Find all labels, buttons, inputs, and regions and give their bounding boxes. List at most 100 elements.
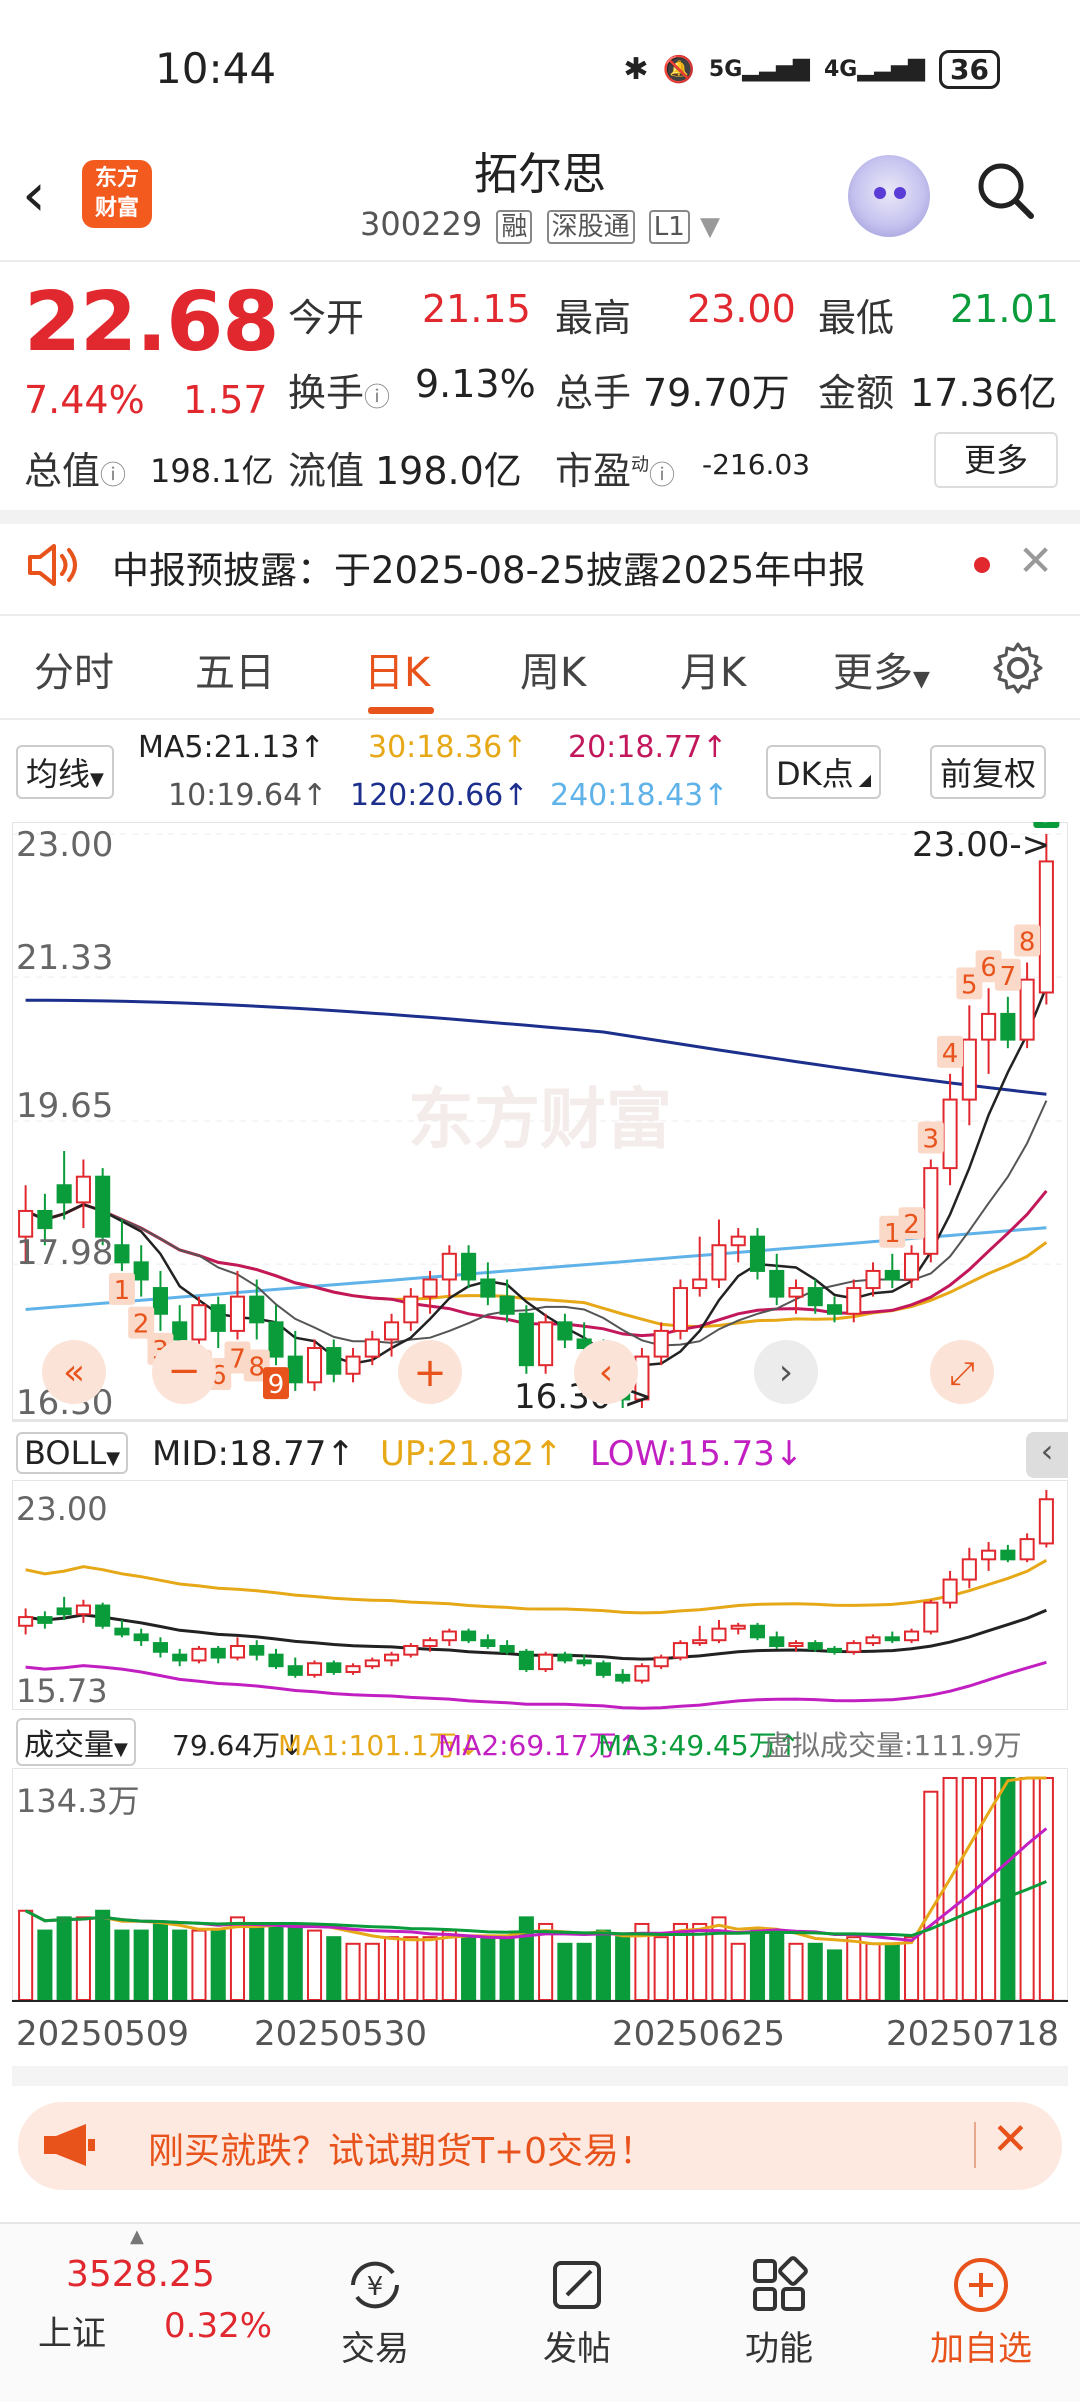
candle-body [538,1321,554,1367]
candle-body [749,1235,766,1272]
x-axis-line [12,2000,1068,2002]
candle-body [287,1355,303,1384]
boll-candle-body [749,1624,766,1639]
td-marker-label: 2 [133,1310,150,1340]
index-change[interactable]: 0.32% [164,2306,272,2346]
info-icon[interactable]: ⓘ [649,461,675,491]
volume-bar [1038,1777,1054,2000]
candle-body [557,1321,573,1341]
td-marker-label: 1 [884,1219,901,1249]
volume-bar [56,1916,72,2000]
minus-icon: − [167,1348,201,1394]
volume-bar [788,1942,804,2000]
boll-candle-body [711,1627,727,1642]
ma240-label: 240:18.43↑ [550,778,729,813]
candle-body [229,1295,246,1332]
candle-body [711,1244,727,1281]
volume-bar [769,1929,785,2000]
low-value: 21.01 [950,287,1059,331]
boll-candle-body [1038,1498,1054,1545]
tag-level: L1 [648,210,690,244]
tag-margin: 融 [496,210,533,244]
volume-bar [384,1936,400,2000]
volume-bar [653,1936,669,2000]
float-label: 流值 [288,449,365,493]
boll-candle-body [364,1659,380,1668]
mute-icon: 🔕 [662,54,695,85]
candle-body [268,1321,284,1358]
nav-add-watchlist[interactable]: 加自选 [916,2255,1046,2370]
volume-value: 79.70万 [643,371,790,415]
tab-monthly-k[interactable]: 月K [680,640,746,698]
volume-bar [884,1942,900,2000]
candle-body [788,1287,804,1298]
volume-bar [480,1936,496,2000]
indicator-selector-ma[interactable]: 均线▼ [16,745,114,799]
dk-point-button[interactable]: DK点 ◢ [766,745,882,799]
svg-text:¥: ¥ [367,2272,384,2302]
notice-text: 中报预披露：于2025-08-25披露2025年中报 [112,549,866,592]
nav-trade[interactable]: ¥ 交易 [310,2255,440,2370]
boll-candle-body [403,1644,419,1656]
volume-bar [1000,1777,1016,2000]
tab-more[interactable]: 更多▼ [833,640,930,698]
notice-bar[interactable]: 中报预披露：于2025-08-25披露2025年中报 ✕ [0,524,1080,614]
volume-bar [364,1942,380,2000]
candle-body [499,1295,515,1315]
indicator-selector-boll[interactable]: BOLL▼ [16,1432,129,1474]
amount-value: 17.36亿 [910,371,1057,415]
candle-body [422,1278,438,1298]
volume-label: 总手 [555,371,632,415]
tab-weekly-k[interactable]: 周K [520,640,586,698]
boll-candle-body [229,1644,246,1659]
index-value[interactable]: 3528.25 [66,2254,215,2295]
y-label-top: 23.00 [16,825,113,865]
divider [0,614,1080,616]
close-icon[interactable]: ✕ [1018,536,1053,585]
boll-candle-body [595,1662,611,1676]
td-marker-label: 5 [961,970,978,1000]
caret-up-icon: ▲ [130,2226,144,2247]
candle-body [172,1321,188,1341]
collapse-panel-icon[interactable]: ‹ [1026,1432,1068,1478]
volume-bar [326,1936,342,2000]
volume-chart[interactable]: 134.3万 [12,1768,1068,2000]
indicator-selector-volume[interactable]: 成交量▼ [16,1718,136,1766]
adjust-price-button[interactable]: 前复权 [930,745,1047,799]
candle-body [1000,1012,1016,1041]
boll-candle-body [634,1665,650,1682]
volume-bar [557,1942,573,2000]
chevron-down-icon[interactable]: ▼ [700,212,720,242]
more-quote-button[interactable]: 更多 [934,432,1058,488]
search-icon[interactable] [975,160,1035,220]
kline-chart[interactable]: 东方财富 23.00 21.33 19.65 17.98 16.30 23.00… [12,822,1068,1420]
boll-low: LOW:15.73↓ [590,1434,804,1474]
info-icon[interactable]: ⓘ [100,461,126,491]
nav-functions[interactable]: 功能 [714,2255,844,2370]
info-icon[interactable]: ⓘ [364,383,390,413]
candle-body [37,1209,53,1230]
close-icon[interactable]: ✕ [992,2114,1029,2165]
boll-candle-body [961,1558,977,1581]
candle-body [384,1321,400,1341]
tab-five-day[interactable]: 五日 [195,640,275,698]
tab-daily-k[interactable]: 日K [364,640,430,698]
boll-candle-body [345,1665,361,1673]
tab-intraday[interactable]: 分时 [34,640,114,698]
volume-bar [730,1942,746,2000]
volume-bar [191,1929,207,2000]
boll-candle-body [114,1627,130,1636]
volume-bar [749,1929,766,2000]
futures-promo-banner[interactable]: 刚买就跌？试试期货T+0交易！ ✕ [18,2102,1062,2190]
boll-candle-body [807,1642,823,1650]
nav-post[interactable]: 发帖 [512,2255,642,2370]
assistant-robot-icon[interactable] [848,155,930,237]
volume-bar [152,1922,168,2000]
y-label-3: 19.65 [16,1086,113,1126]
boll-chart[interactable]: 23.00 15.73 [12,1480,1068,1710]
divider [0,510,1080,524]
volume-bar [441,1929,457,2000]
settings-gear-icon[interactable] [990,640,1046,696]
index-name[interactable]: 上证 [38,2306,106,2355]
turnover-value: 9.13% [415,362,536,406]
